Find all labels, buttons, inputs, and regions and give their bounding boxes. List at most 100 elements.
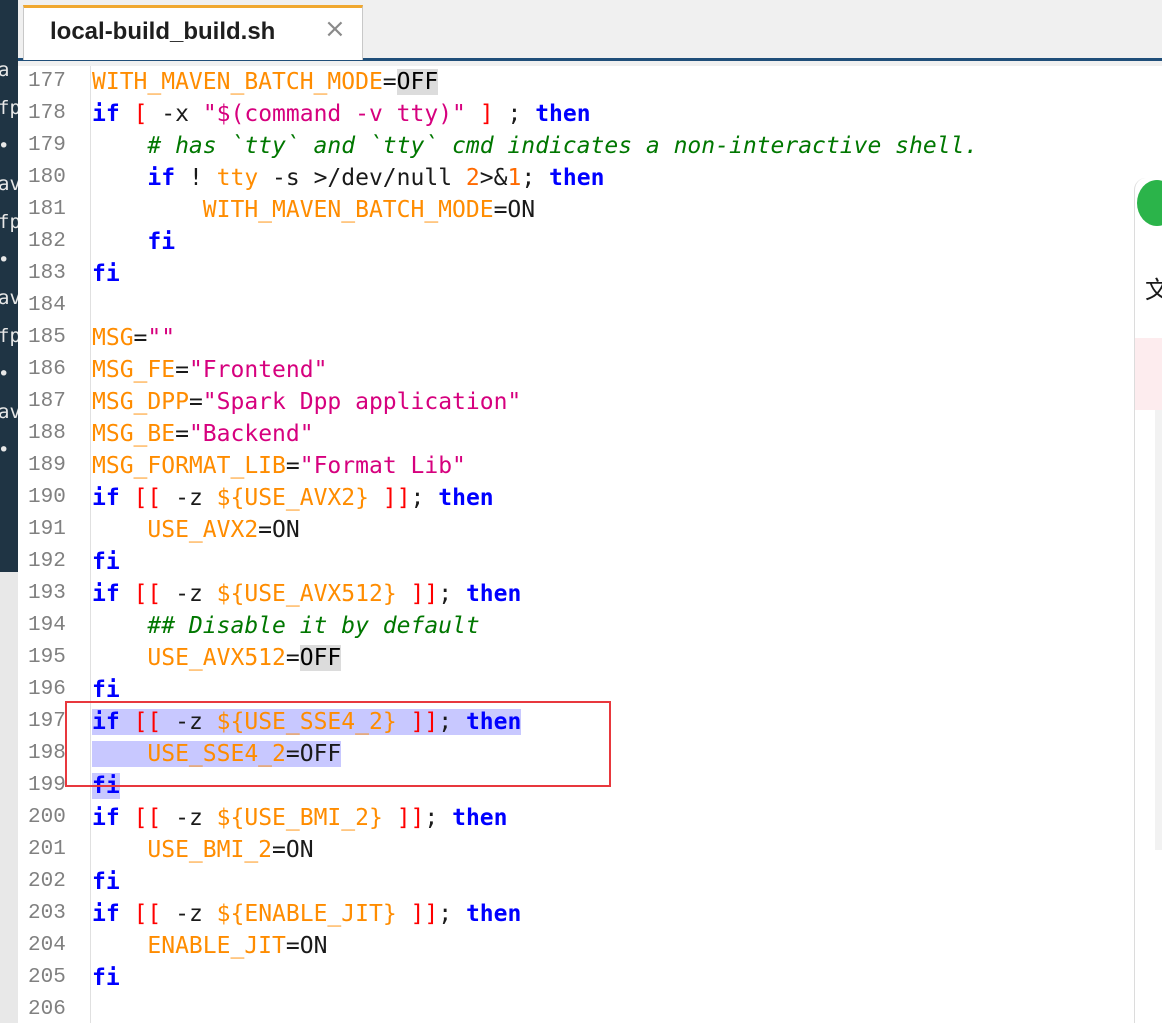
line-number: 206 <box>28 998 66 1021</box>
line-code: ENABLE_JIT=ON <box>92 930 327 962</box>
code-line: 197 if [[ -z ${USE_SSE4_2} ]]; then <box>18 706 1138 738</box>
code-token: fi <box>92 773 120 799</box>
code-token: USE_SSE4_2 <box>147 741 286 767</box>
line-number: 199 <box>28 774 66 797</box>
code-token: MSG_FE <box>92 357 176 383</box>
code-line: 193 if [[ -z ${USE_AVX512} ]]; then <box>18 578 1138 610</box>
line-number: 190 <box>28 486 66 509</box>
code-token: -z <box>161 805 217 831</box>
code-line: 182 fi <box>18 226 1138 258</box>
code-token: fi <box>92 677 120 703</box>
line-number: 195 <box>28 646 66 669</box>
code-token: ; <box>493 101 536 127</box>
terminal-line: fp <box>0 325 18 347</box>
code-token: =ON <box>285 933 328 959</box>
code-token: = <box>175 421 189 447</box>
code-token: if <box>92 485 120 511</box>
code-token: "Frontend" <box>188 357 328 383</box>
code-line: 185 MSG="" <box>18 322 1138 354</box>
code-token: = <box>133 325 148 351</box>
code-token: ]] <box>382 485 411 511</box>
line-number: 192 <box>28 550 66 573</box>
code-token: then <box>549 165 605 191</box>
line-code: MSG_FORMAT_LIB="Format Lib" <box>92 450 466 482</box>
code-token: >& <box>479 165 508 191</box>
close-icon[interactable]: × <box>324 14 346 44</box>
app-logo-icon[interactable] <box>1137 180 1162 226</box>
line-code: if [[ -z ${USE_AVX512} ]]; then <box>92 578 521 610</box>
code-token: USE_AVX512 <box>147 645 286 671</box>
code-token: MSG_BE <box>92 421 176 447</box>
code-token: OFF <box>396 69 439 95</box>
line-number: 204 <box>28 934 66 957</box>
code-token: ## Disable it by default <box>147 613 480 639</box>
code-token: = <box>188 389 203 415</box>
line-code: fi <box>92 258 120 290</box>
line-number: 194 <box>28 614 66 637</box>
code-token: MSG <box>92 325 134 351</box>
code-token: ENABLE_JIT <box>147 933 286 959</box>
code-token: ; <box>521 165 550 191</box>
panel-scrollbar[interactable] <box>1155 410 1162 850</box>
code-token: = <box>285 453 300 479</box>
code-line: 195 USE_AVX512=OFF <box>18 642 1138 674</box>
line-number: 178 <box>28 102 66 125</box>
code-token: fi <box>92 965 120 991</box>
line-code: fi <box>92 546 120 578</box>
line-number: 187 <box>28 390 66 413</box>
code-token: then <box>535 101 591 127</box>
code-token: "Spark Dpp application" <box>202 389 522 415</box>
code-token: then <box>465 901 522 927</box>
code-token: then <box>465 709 522 735</box>
code-token: "" <box>147 325 176 351</box>
code-token: MSG_DPP <box>92 389 189 415</box>
code-token: ${USE_AVX512} <box>216 581 397 607</box>
tab-local-build-build-sh[interactable]: local-build_build.sh × <box>23 5 363 60</box>
line-number: 198 <box>28 742 66 765</box>
line-number: 205 <box>28 966 66 989</box>
code-token: then <box>465 581 522 607</box>
code-token: ${ENABLE_JIT} <box>216 901 397 927</box>
line-code: USE_AVX512=OFF <box>92 642 342 674</box>
code-token: fi <box>92 869 120 895</box>
line-number: 188 <box>28 422 66 445</box>
code-line: 194 ## Disable it by default <box>18 610 1138 642</box>
line-number: 180 <box>28 166 66 189</box>
code-editor[interactable]: 177 WITH_MAVEN_BATCH_MODE=OFF 178 if [ -x "… <box>18 66 1162 1023</box>
terminal-line: fp <box>0 97 18 119</box>
line-code: if [ -x "$(command -v tty)" ] ; then <box>92 98 591 130</box>
code-line: 196 fi <box>18 674 1138 706</box>
code-token: 1 <box>507 165 522 191</box>
line-number: 181 <box>28 198 66 221</box>
line-number: 203 <box>28 902 66 925</box>
terminal-line: • <box>0 358 18 390</box>
line-code: WITH_MAVEN_BATCH_MODE=OFF <box>92 66 439 98</box>
code-token: -z <box>161 485 217 511</box>
code-token: WITH_MAVEN_BATCH_MODE <box>92 69 383 95</box>
line-code: fi <box>92 962 120 994</box>
code-line: 203 if [[ -z ${ENABLE_JIT} ]]; then <box>18 898 1138 930</box>
code-line: 204 ENABLE_JIT=ON <box>18 930 1138 962</box>
code-line: 200 if [[ -z ${USE_BMI_2} ]]; then <box>18 802 1138 834</box>
code-token: -s >/dev/null <box>258 165 466 191</box>
line-code: MSG_FE="Frontend" <box>92 354 327 386</box>
code-token: [[ <box>133 485 162 511</box>
line-code: MSG_DPP="Spark Dpp application" <box>92 386 521 418</box>
line-code: USE_AVX2=ON <box>92 514 299 546</box>
line-code: fi <box>92 770 120 802</box>
code-token: fi <box>92 549 120 575</box>
code-token: if <box>92 805 120 831</box>
line-number: 182 <box>28 230 66 253</box>
code-line: 180 if ! tty -s >/dev/null 2>&1; then <box>18 162 1138 194</box>
line-number: 177 <box>28 70 66 93</box>
code-token: ! <box>175 165 217 191</box>
